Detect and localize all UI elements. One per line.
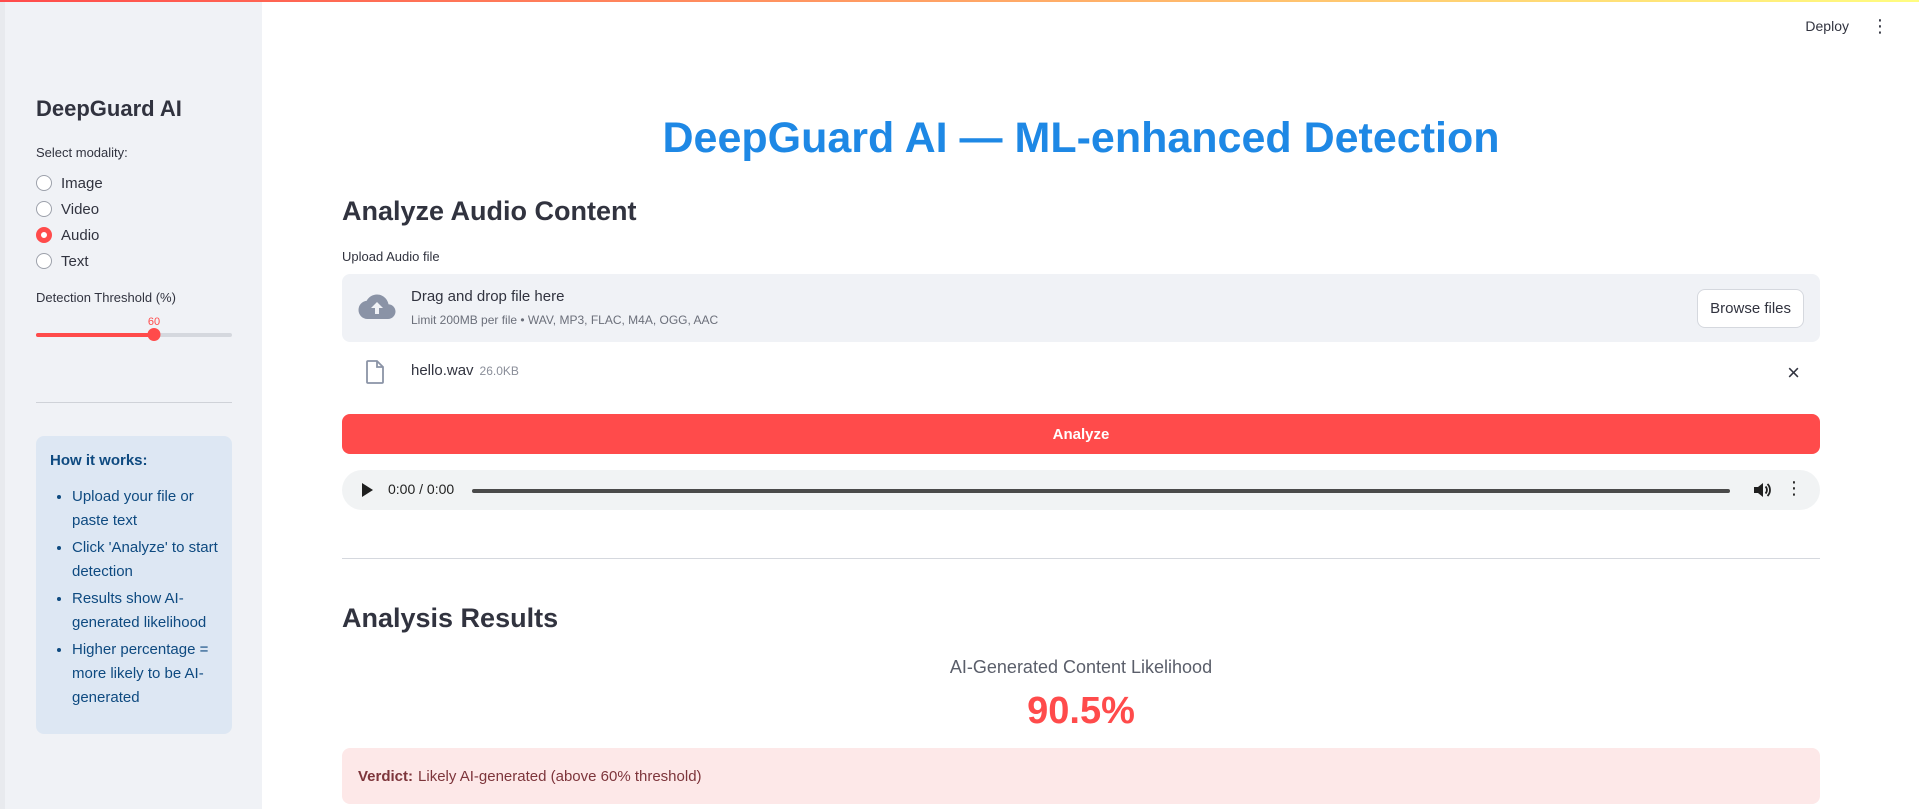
info-item: Results show AI-generated likelihood [72,587,218,635]
volume-icon[interactable] [1752,480,1772,500]
radio-selected-icon [36,227,52,243]
browse-files-button[interactable]: Browse files [1697,289,1804,328]
file-icon [366,360,384,384]
file-dropzone[interactable]: Drag and drop file here Limit 200MB per … [342,274,1820,342]
radio-circle-icon [36,175,52,191]
sidebar-divider [36,402,232,403]
info-title: How it works: [50,452,148,469]
modality-label: Select modality: [36,145,128,160]
radio-image[interactable]: Image [36,170,103,196]
section-title: Analyze Audio Content [342,196,637,226]
info-list: Upload your file or paste text Click 'An… [50,485,218,710]
info-item: Higher percentage = more likely to be AI… [72,638,218,710]
results-title: Analysis Results [342,603,559,633]
radio-label: Text [61,252,89,270]
metric-label: AI-Generated Content Likelihood [949,657,1213,677]
audio-player: 0:00 / 0:00 ⋮ [342,470,1820,510]
kebab-menu-icon[interactable]: ⋮ [1871,17,1889,35]
info-box: How it works: Upload your file or paste … [36,436,232,734]
modality-radio-group: Image Video Audio Text [36,170,103,274]
info-item: Click 'Analyze' to start detection [72,536,218,584]
threshold-label: Detection Threshold (%) [36,290,176,305]
top-decoration-bar [0,0,1919,2]
info-item: Upload your file or paste text [72,485,218,533]
section-divider [342,558,1820,559]
slider-track[interactable] [36,328,232,341]
radio-label: Image [61,174,103,192]
threshold-value: 60 [147,316,161,328]
slider-fill [36,333,154,337]
metric-value: 90.5% [1027,690,1135,732]
dropzone-limit-text: Limit 200MB per file • WAV, MP3, FLAC, M… [411,313,719,327]
sidebar-title: DeepGuard AI [36,96,182,121]
remove-file-close-icon[interactable]: × [1787,360,1800,386]
page-title: DeepGuard AI — ML-enhanced Detection [662,114,1500,162]
analyze-button[interactable]: Analyze [342,414,1820,454]
radio-video[interactable]: Video [36,196,103,222]
uploaded-file-row: hello.wav 26.0KB × [342,358,1820,392]
radio-text[interactable]: Text [36,248,103,274]
slider-handle[interactable] [147,328,161,341]
verdict-text: Likely AI-generated (above 60% threshold… [418,767,702,785]
file-name-text: hello.wav [411,362,474,379]
radio-circle-icon [36,201,52,217]
sidebar: DeepGuard AI Select modality: Image Vide… [0,0,262,809]
dropzone-text: Drag and drop file here [411,288,565,305]
cloud-upload-icon [358,294,396,319]
threshold-slider[interactable]: 60 [36,316,232,356]
radio-circle-icon [36,253,52,269]
player-options-icon[interactable]: ⋮ [1785,478,1803,499]
file-name: hello.wav 26.0KB [411,362,519,379]
verdict-alert: Verdict: Likely AI-generated (above 60% … [342,748,1820,804]
radio-label: Audio [61,226,100,244]
radio-label: Video [61,200,100,218]
verdict-label: Verdict: [358,767,414,785]
upload-label: Upload Audio file [342,249,440,264]
radio-audio[interactable]: Audio [36,222,103,248]
player-time: 0:00 / 0:00 [388,481,455,497]
play-icon[interactable] [362,483,373,497]
file-size: 26.0KB [479,364,519,378]
player-progress-bar[interactable] [472,489,1730,493]
main-content: DeepGuard AI — ML-enhanced Detection Ana… [342,0,1820,809]
